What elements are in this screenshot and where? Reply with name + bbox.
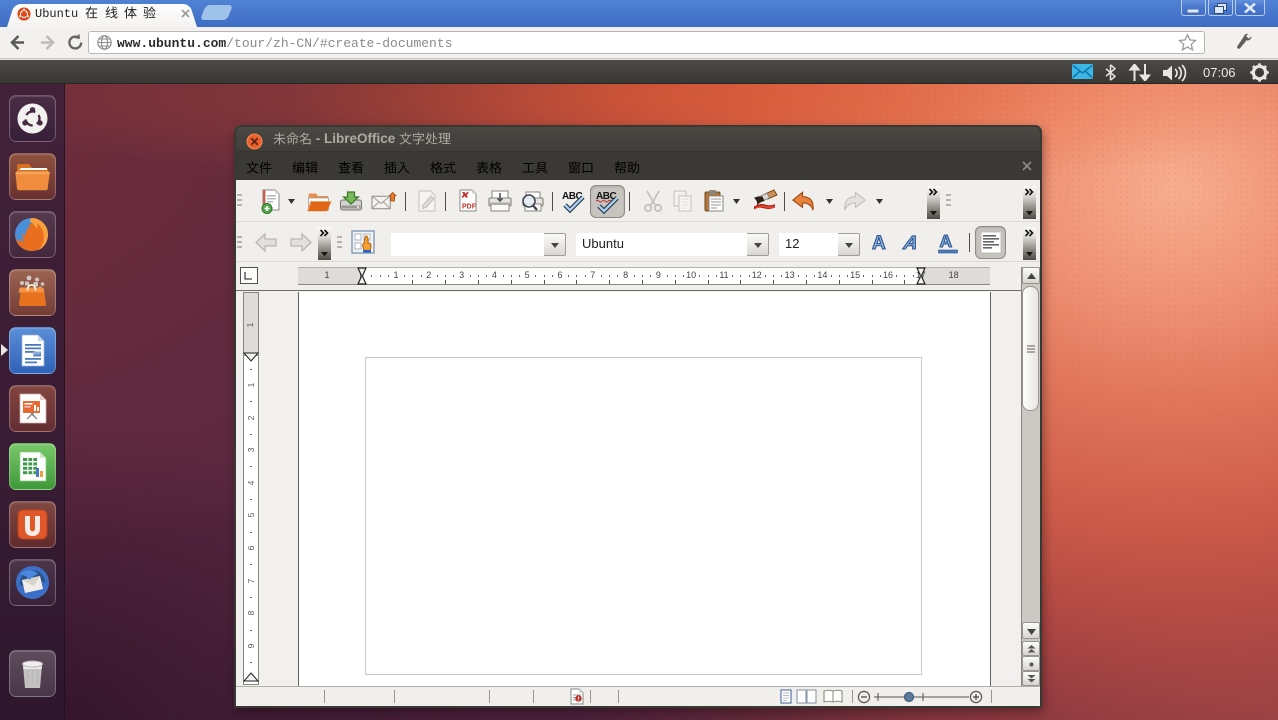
svg-text:A: A — [940, 231, 953, 251]
svg-text:A: A — [901, 233, 919, 254]
svg-text:A: A — [872, 233, 886, 254]
svg-text:PDF: PDF — [462, 204, 477, 211]
